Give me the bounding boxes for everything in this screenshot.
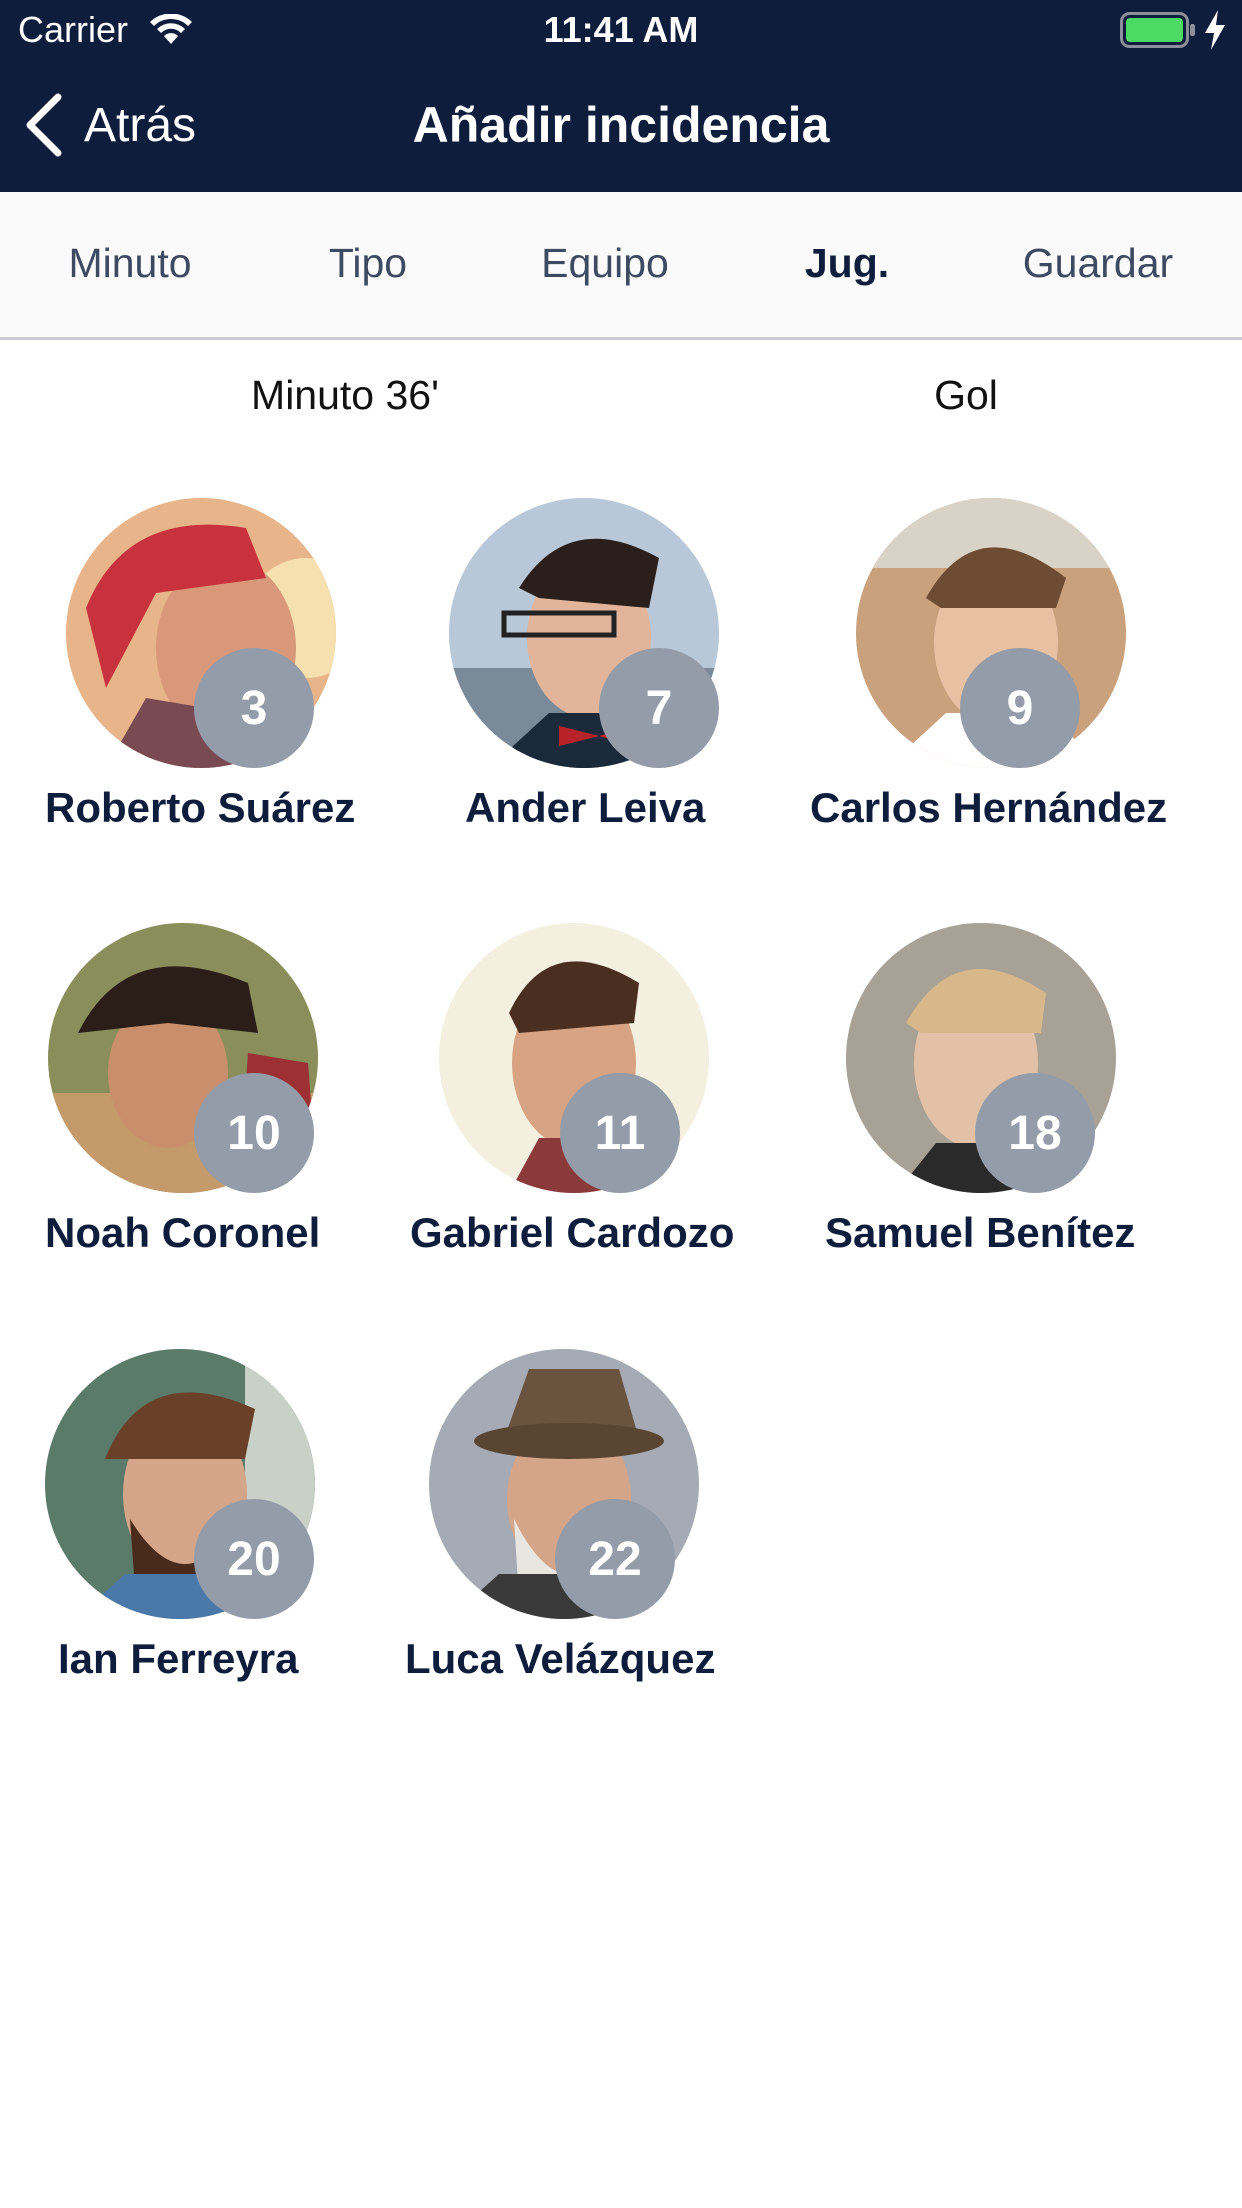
- step-jugador[interactable]: Jug.: [727, 238, 967, 288]
- player-name: Ian Ferreyra: [58, 1635, 299, 1682]
- player-card[interactable]: 11 Gabriel Cardozo: [400, 920, 780, 1290]
- status-bar: Carrier 11:41 AM: [0, 0, 1242, 60]
- player-card[interactable]: 7 Ander Leiva: [414, 495, 794, 865]
- steps-bar: Minuto Tipo Equipo Jug. Guardar: [0, 192, 1242, 340]
- player-card[interactable]: 20 Ian Ferreyra: [0, 1346, 380, 1716]
- step-tipo[interactable]: Tipo: [248, 238, 488, 288]
- app-header: Carrier 11:41 AM Atrás Añadir incidencia: [0, 0, 1242, 192]
- player-card[interactable]: 10 Noah Coronel: [0, 920, 380, 1290]
- player-name: Luca Velázquez: [405, 1635, 716, 1682]
- player-number-badge: 9: [960, 648, 1080, 768]
- status-time: 11:41 AM: [543, 9, 699, 50]
- player-card[interactable]: 18 Samuel Benítez: [800, 920, 1180, 1290]
- player-card[interactable]: 3 Roberto Suárez: [0, 495, 414, 865]
- player-name: Samuel Benítez: [825, 1209, 1136, 1256]
- player-number-badge: 7: [599, 648, 719, 768]
- player-number-badge: 22: [555, 1499, 675, 1619]
- player-number-badge: 10: [194, 1073, 314, 1193]
- selected-minute: Minuto 36': [251, 372, 439, 418]
- player-name: Ander Leiva: [465, 784, 706, 831]
- player-name: Roberto Suárez: [45, 784, 356, 831]
- player-number-badge: 11: [560, 1073, 680, 1193]
- player-number-badge: 3: [194, 648, 314, 768]
- step-equipo[interactable]: Equipo: [485, 238, 725, 288]
- player-number-badge: 20: [194, 1499, 314, 1619]
- page-title: Añadir incidencia: [412, 97, 830, 153]
- charging-bolt-icon: [1205, 10, 1225, 50]
- player-number-badge: 18: [975, 1073, 1095, 1193]
- selected-type: Gol: [934, 372, 998, 418]
- battery-icon: [1120, 12, 1195, 48]
- step-guardar[interactable]: Guardar: [978, 238, 1218, 288]
- step-minuto[interactable]: Minuto: [10, 238, 250, 288]
- player-name: Noah Coronel: [45, 1209, 321, 1256]
- player-name: Gabriel Cardozo: [410, 1209, 735, 1256]
- player-card[interactable]: 9 Carlos Hernández: [800, 495, 1220, 865]
- navigation-bar: Atrás Añadir incidencia: [0, 60, 1242, 192]
- player-name: Carlos Hernández: [810, 784, 1168, 831]
- player-card[interactable]: 22 Luca Velázquez: [400, 1346, 780, 1716]
